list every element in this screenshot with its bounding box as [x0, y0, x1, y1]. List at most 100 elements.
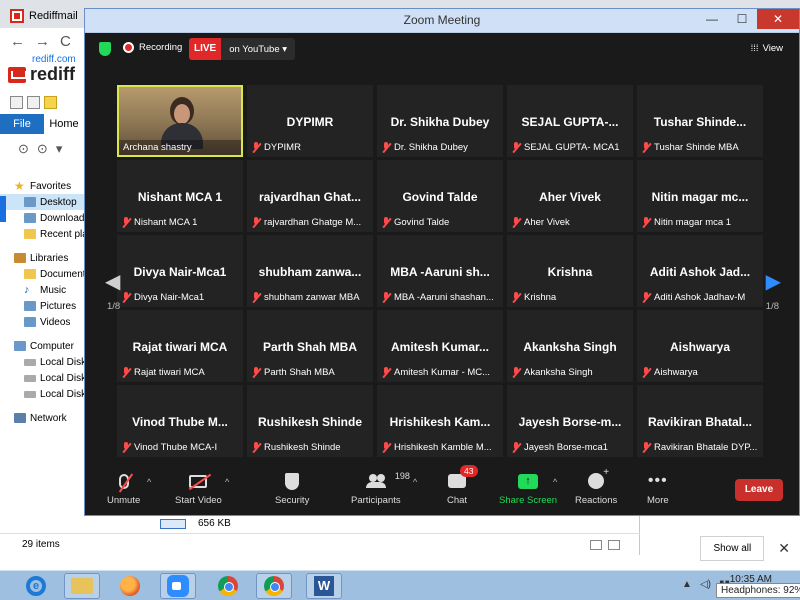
- taskbar-explorer[interactable]: [64, 573, 100, 599]
- tree-item-music[interactable]: ♪ Music: [0, 282, 90, 298]
- browser-tab[interactable]: Rediffmail: [10, 5, 82, 27]
- participant-tile[interactable]: Divya Nair-Mca1 Divya Nair-Mca1: [117, 235, 243, 307]
- participant-name-label: Hrishikesh Kamble M...: [381, 442, 501, 453]
- explorer-back-icon[interactable]: ⊙: [18, 141, 29, 157]
- tree-item-pictures[interactable]: Pictures: [0, 298, 90, 314]
- new-folder-icon[interactable]: [44, 95, 57, 109]
- tree-item-computer[interactable]: Computer: [0, 338, 90, 354]
- computer-icon: [14, 341, 26, 351]
- participant-tile[interactable]: MBA -Aaruni sh... MBA -Aaruni shashan...: [377, 235, 503, 307]
- back-icon[interactable]: ←: [10, 33, 25, 50]
- details-view-icon[interactable]: [590, 539, 602, 550]
- participant-name-label: Nitin magar mca 1: [641, 217, 761, 228]
- view-button[interactable]: ⁞⁞⁞ View: [751, 43, 783, 54]
- tree-item-network[interactable]: Network: [0, 410, 90, 426]
- show-all-button[interactable]: Show all: [700, 535, 765, 561]
- participant-tile[interactable]: Tushar Shinde... Tushar Shinde MBA: [637, 85, 763, 157]
- participant-name: SEJAL GUPTA- MCA1: [524, 142, 620, 153]
- tree-item-videos[interactable]: Videos: [0, 314, 90, 330]
- participant-tile[interactable]: Amitesh Kumar... Amitesh Kumar - MC...: [377, 310, 503, 382]
- participant-tile[interactable]: Krishna Krishna: [507, 235, 633, 307]
- participant-tile[interactable]: DYPIMR DYPIMR: [247, 85, 373, 157]
- participant-tile[interactable]: Nitin magar mc... Nitin magar mca 1: [637, 160, 763, 232]
- participant-name: Nitin magar mca 1: [654, 217, 732, 228]
- participant-tile[interactable]: rajvardhan Ghat... rajvardhan Ghatge M...: [247, 160, 373, 232]
- taskbar-firefox[interactable]: [112, 573, 148, 599]
- unmute-button[interactable]: Unmute: [107, 469, 140, 506]
- participant-tile[interactable]: Akanksha Singh Akanksha Singh: [507, 310, 633, 382]
- chrome-icon: [264, 576, 284, 596]
- leave-button[interactable]: Leave: [735, 479, 783, 501]
- rediff-logo: rediff: [8, 64, 75, 85]
- taskbar-word[interactable]: W: [306, 573, 342, 599]
- reload-icon[interactable]: C: [60, 33, 71, 50]
- participant-tile[interactable]: Jayesh Borse-m... Jayesh Borse-mca1: [507, 385, 633, 457]
- tree-item-downloads[interactable]: Downloads: [0, 210, 90, 226]
- live-stream-button[interactable]: LIVE on YouTube ▾: [189, 38, 296, 60]
- tree-item-libraries[interactable]: Libraries: [0, 250, 90, 266]
- tree-item-favorites[interactable]: ★ Favorites: [0, 178, 90, 194]
- taskbar-ie[interactable]: e: [18, 573, 54, 599]
- close-window-button[interactable]: ✕: [757, 9, 799, 29]
- taskbar-zoom[interactable]: [160, 573, 196, 599]
- participant-tile[interactable]: Hrishikesh Kam... Hrishikesh Kamble M...: [377, 385, 503, 457]
- participant-tile[interactable]: Vinod Thube M... Vinod Thube MCA-I: [117, 385, 243, 457]
- participant-tile[interactable]: Parth Shah MBA Parth Shah MBA: [247, 310, 373, 382]
- encryption-shield-icon[interactable]: [99, 42, 111, 56]
- participant-display-name: DYPIMR: [286, 115, 334, 129]
- participant-tile[interactable]: Aishwarya Aishwarya: [637, 310, 763, 382]
- start-video-button[interactable]: Start Video: [175, 469, 222, 506]
- participant-tile[interactable]: Govind Talde Govind Talde: [377, 160, 503, 232]
- recording-indicator[interactable]: Recording: [123, 42, 182, 53]
- chat-button[interactable]: 43 Chat: [447, 465, 478, 506]
- new-document-icon[interactable]: [27, 95, 40, 109]
- participant-tile[interactable]: Archana shastry: [117, 85, 243, 157]
- muted-mic-icon: [121, 217, 131, 228]
- participant-tile[interactable]: SEJAL GUPTA-... SEJAL GUPTA- MCA1: [507, 85, 633, 157]
- participant-tile[interactable]: Ravikiran Bhatal... Ravikiran Bhatale DYP…: [637, 385, 763, 457]
- ribbon-tab-file[interactable]: File: [0, 114, 44, 134]
- previous-page-arrow-icon[interactable]: ◀: [105, 269, 120, 294]
- file-row[interactable]: 656 KB: [160, 518, 231, 529]
- participant-tile[interactable]: Nishant MCA 1 Nishant MCA 1: [117, 160, 243, 232]
- participant-tile[interactable]: shubham zanwa... shubham zanwar MBA: [247, 235, 373, 307]
- close-icon[interactable]: ✕: [778, 540, 790, 557]
- reactions-button[interactable]: Reactions: [575, 467, 617, 506]
- large-icons-view-icon[interactable]: [608, 539, 620, 550]
- maximize-button[interactable]: ☐: [727, 9, 757, 29]
- participants-options-chevron-icon[interactable]: ^: [413, 477, 417, 487]
- tree-item-local-disk[interactable]: Local Disk: [0, 354, 90, 370]
- audio-options-chevron-icon[interactable]: ^: [147, 477, 151, 487]
- explorer-history-icon[interactable]: ▾: [56, 141, 63, 157]
- volume-icon[interactable]: ◁): [700, 579, 711, 590]
- participant-tile[interactable]: Aditi Ashok Jad... Aditi Ashok Jadhav-M: [637, 235, 763, 307]
- forward-icon[interactable]: →: [35, 33, 50, 50]
- tree-item-desktop[interactable]: Desktop: [0, 194, 90, 210]
- participant-tile[interactable]: Aher Vivek Aher Vivek: [507, 160, 633, 232]
- tree-item-local-disk[interactable]: Local Disk: [0, 370, 90, 386]
- share-screen-button[interactable]: ↑ Share Screen: [499, 469, 557, 506]
- more-button[interactable]: ••• More: [647, 469, 669, 506]
- share-options-chevron-icon[interactable]: ^: [553, 477, 557, 487]
- pictures-icon: [24, 301, 36, 311]
- tree-item-documents[interactable]: Documents: [0, 266, 90, 282]
- tray-chevron-icon[interactable]: ▲: [682, 579, 692, 590]
- security-button[interactable]: Security: [275, 469, 309, 506]
- start-video-label: Start Video: [175, 495, 222, 506]
- explorer-forward-icon[interactable]: ⊙: [37, 141, 48, 157]
- next-page-arrow-icon[interactable]: ▶: [766, 269, 781, 294]
- minimize-button[interactable]: —: [697, 9, 727, 29]
- participant-tile[interactable]: Rushikesh Shinde Rushikesh Shinde: [247, 385, 373, 457]
- taskbar-chrome[interactable]: [210, 573, 246, 599]
- tree-item-recent[interactable]: Recent places: [0, 226, 90, 242]
- video-options-chevron-icon[interactable]: ^: [225, 477, 229, 487]
- participant-tile[interactable]: Rajat tiwari MCA Rajat tiwari MCA: [117, 310, 243, 382]
- participants-button[interactable]: 198 Participants: [351, 469, 410, 506]
- participant-tile[interactable]: Dr. Shikha Dubey Dr. Shikha Dubey: [377, 85, 503, 157]
- tree-item-local-disk[interactable]: Local Disk: [0, 386, 90, 402]
- participant-name-label: SEJAL GUPTA- MCA1: [511, 142, 631, 153]
- taskbar-chrome-profile[interactable]: [256, 573, 292, 599]
- properties-icon[interactable]: [10, 95, 23, 109]
- participant-display-name: Rajat tiwari MCA: [132, 340, 228, 354]
- ribbon-tab-home[interactable]: Home: [44, 114, 84, 134]
